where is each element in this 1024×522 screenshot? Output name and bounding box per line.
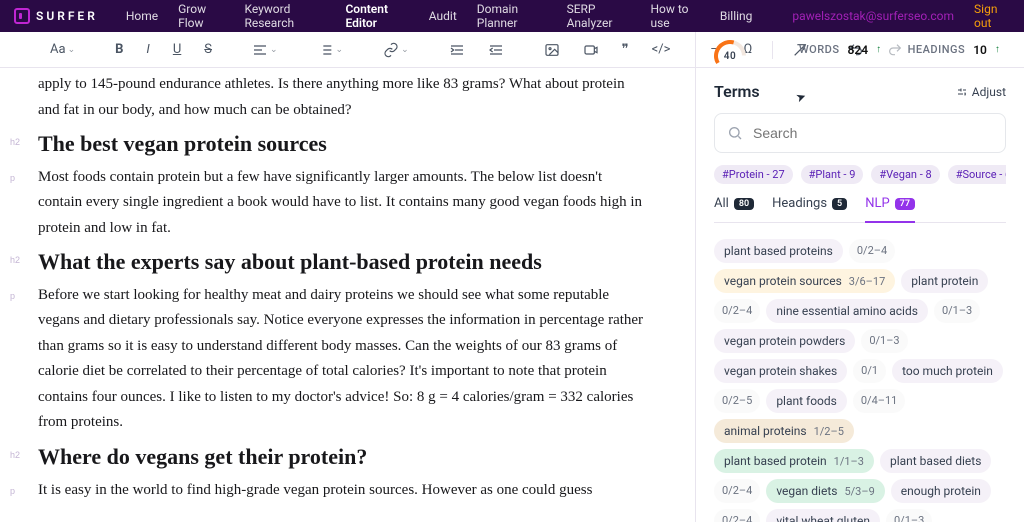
tab-all[interactable]: All80 xyxy=(714,196,754,223)
heading-2: The best vegan protein sources xyxy=(38,129,327,159)
term-chip[interactable]: enough protein xyxy=(891,479,991,503)
video-button[interactable] xyxy=(579,38,603,62)
words-metric: WORDS 824 ↑ xyxy=(799,43,882,57)
list-button[interactable]: ⌄ xyxy=(314,38,348,62)
nav-item-domain-planner[interactable]: Domain Planner xyxy=(477,2,547,30)
top-nav: SURFER Home Grow Flow Keyword Research Cont… xyxy=(0,0,1024,32)
term-count: 0/1 xyxy=(853,359,886,383)
heading-2: What the experts say about plant-based p… xyxy=(38,247,542,277)
align-button[interactable]: ⌄ xyxy=(248,38,282,62)
nav-item-grow-flow[interactable]: Grow Flow xyxy=(178,2,224,30)
nav-item-serp-analyzer[interactable]: SERP Analyzer xyxy=(567,2,631,30)
term-chip[interactable]: animal proteins1/2–5 xyxy=(714,419,854,443)
paragraph: It is easy in the world to find high-gra… xyxy=(38,478,592,504)
term-count: 0/2–4 xyxy=(849,239,895,263)
term-chip[interactable]: vegan protein powders xyxy=(714,329,855,353)
logo-text: SURFER xyxy=(36,9,98,23)
link-button[interactable]: ⌄ xyxy=(379,38,413,62)
hashtag[interactable]: #Plant - 9 xyxy=(801,165,864,184)
content-score-gauge: 40 xyxy=(714,40,746,60)
tab-headings[interactable]: Headings5 xyxy=(772,196,847,223)
term-count: 0/2–4 xyxy=(714,479,760,503)
term-chip[interactable]: too much protein xyxy=(892,359,1003,383)
tab-nlp[interactable]: NLP77 xyxy=(865,196,915,223)
term-chip[interactable]: vegan protein shakes xyxy=(714,359,847,383)
terms-tabs: All80 Headings5 NLP77 xyxy=(714,196,1006,223)
nav-item-content-editor[interactable]: Content Editor xyxy=(345,2,408,30)
italic-button[interactable]: I xyxy=(142,38,153,61)
term-chip[interactable]: plant foods xyxy=(766,389,847,413)
content-score-value: 40 xyxy=(714,51,746,62)
image-button[interactable] xyxy=(540,38,564,62)
heading-2: Where do vegans get their protein? xyxy=(38,442,367,472)
paragraph: apply to 145-pound endurance athletes. I… xyxy=(38,72,649,123)
redo-button[interactable] xyxy=(883,38,907,62)
nav-item-billing[interactable]: Billing xyxy=(720,9,753,23)
quote-button[interactable]: ❞ xyxy=(618,38,633,61)
term-chip[interactable]: plant based proteins xyxy=(714,239,843,263)
term-chip[interactable]: plant based protein1/1–3 xyxy=(714,449,874,473)
term-count: 0/1–3 xyxy=(861,329,907,353)
term-chip[interactable]: vegan protein sources3/6–17 xyxy=(714,269,895,293)
paragraph: Before we start looking for healthy meat… xyxy=(38,283,649,436)
paragraph: Most foods contain protein but a few hav… xyxy=(38,165,649,242)
nav-item-keyword-research[interactable]: Keyword Research xyxy=(244,2,325,30)
term-chip[interactable]: nine essential amino acids xyxy=(766,299,928,323)
sidebar-metrics: 40 WORDS 824 ↑ HEADINGS 10 ↑ xyxy=(696,32,1024,68)
hashtag[interactable]: #Vegan - 8 xyxy=(871,165,939,184)
outdent-button[interactable] xyxy=(484,38,508,62)
logo: SURFER xyxy=(14,8,98,24)
strike-button[interactable]: S xyxy=(200,38,216,61)
hashtag[interactable]: #Source - 6 xyxy=(948,165,1006,184)
editor-column: Aa⌄ B I U S ⌄ ⌄ ⌄ ❞ </> — Ω xyxy=(0,32,696,522)
editor-toolbar: Aa⌄ B I U S ⌄ ⌄ ⌄ ❞ </> — Ω xyxy=(0,32,695,68)
term-count: 0/2–4 xyxy=(714,509,760,522)
editor-content[interactable]: apply to 145-pound endurance athletes. I… xyxy=(0,68,695,522)
term-count: 0/2–5 xyxy=(714,389,760,413)
term-count: 0/2–4 xyxy=(714,299,760,323)
nav-item-how-to-use[interactable]: How to use xyxy=(650,2,699,30)
adjust-button[interactable]: Adjust xyxy=(956,85,1006,99)
bold-button[interactable]: B xyxy=(111,38,127,61)
nav-item-audit[interactable]: Audit xyxy=(429,9,457,23)
indent-button[interactable] xyxy=(445,38,469,62)
user-email: pawelszostak@surferseo.com xyxy=(792,9,954,23)
code-button[interactable]: </> xyxy=(648,38,675,61)
sign-out-link[interactable]: Sign out xyxy=(974,2,1010,30)
logo-icon xyxy=(14,8,30,24)
terms-title: Terms xyxy=(714,82,760,101)
headings-metric: HEADINGS 10 ↑ xyxy=(908,43,1001,57)
search-input[interactable] xyxy=(751,124,993,142)
terms-search[interactable] xyxy=(714,113,1006,153)
nav-item-home[interactable]: Home xyxy=(126,9,158,23)
sidebar: 40 WORDS 824 ↑ HEADINGS 10 ↑ Terms ➤ Adj… xyxy=(696,32,1024,522)
term-count: 0/1–3 xyxy=(934,299,980,323)
up-icon: ↑ xyxy=(995,44,1001,55)
term-count: 0/4–11 xyxy=(853,389,906,413)
underline-button[interactable]: U xyxy=(169,38,185,61)
font-picker[interactable]: Aa⌄ xyxy=(46,38,79,61)
term-chip[interactable]: vegan diets5/3–9 xyxy=(766,479,884,503)
cursor-icon: ➤ xyxy=(794,89,808,106)
term-list: plant based proteins0/2–4vegan protein s… xyxy=(696,233,1024,522)
term-chip[interactable]: vital wheat gluten xyxy=(766,509,880,522)
term-chip[interactable]: plant protein xyxy=(901,269,988,293)
term-count: 0/1–3 xyxy=(886,509,932,522)
up-icon: ↑ xyxy=(876,44,882,55)
hashtag-row: #Protein - 27 #Plant - 9 #Vegan - 8 #Source… xyxy=(714,165,1006,184)
search-icon xyxy=(727,125,743,141)
term-chip[interactable]: plant based diets xyxy=(880,449,991,473)
hashtag[interactable]: #Protein - 27 xyxy=(714,165,793,184)
